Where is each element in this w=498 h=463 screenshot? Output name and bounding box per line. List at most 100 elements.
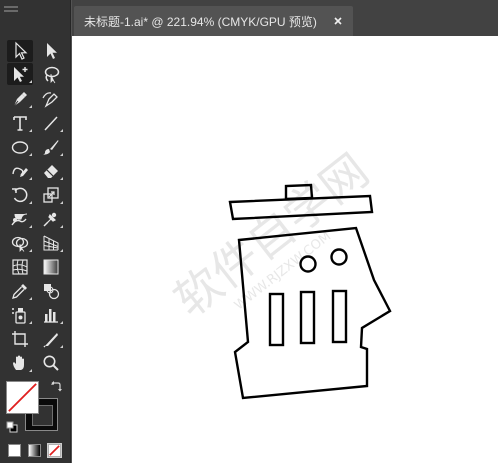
shaper-tool-icon xyxy=(12,167,28,177)
ellipse-tool[interactable] xyxy=(7,136,33,158)
document-tab[interactable]: 未标题-1.ai* @ 221.94% (CMYK/GPU 预览) xyxy=(74,6,353,36)
zoom-tool-icon xyxy=(43,355,59,371)
blend-tool[interactable] xyxy=(38,280,64,302)
document-tab-title: 未标题-1.ai* @ 221.94% (CMYK/GPU 预览) xyxy=(84,14,317,29)
document-tab-bar: 未标题-1.ai* @ 221.94% (CMYK/GPU 预览) xyxy=(72,0,498,36)
eyedropper-tool[interactable] xyxy=(7,280,33,302)
tool-group-indicator xyxy=(60,129,63,132)
tool-group-indicator xyxy=(29,177,32,180)
tool-group-indicator xyxy=(29,297,32,300)
gradient-mode-button[interactable] xyxy=(28,444,41,457)
lid-hole-right xyxy=(330,248,348,266)
paintbrush-tool-icon xyxy=(43,140,59,155)
shaper-tool[interactable] xyxy=(7,160,33,182)
direct-selection-tool[interactable] xyxy=(38,40,64,62)
lid-handle xyxy=(284,183,314,201)
rotate-tool[interactable] xyxy=(7,184,33,206)
warp-tool-icon xyxy=(11,213,28,226)
mesh-tool-icon xyxy=(12,259,28,275)
tool-group-indicator xyxy=(29,201,32,204)
scale-tool[interactable] xyxy=(38,184,64,206)
tool-group-indicator xyxy=(29,129,32,132)
line-segment-tool-icon xyxy=(44,116,58,131)
tool-group-indicator xyxy=(29,105,32,108)
perspective-grid-tool-icon xyxy=(43,235,59,251)
paintbrush-tool[interactable] xyxy=(38,136,64,158)
tool-group-indicator xyxy=(29,321,32,324)
color-mode-button[interactable] xyxy=(8,444,21,457)
ellipse-tool-icon xyxy=(11,141,29,154)
lid-hole-left xyxy=(299,255,317,273)
lasso-tool[interactable] xyxy=(38,63,64,85)
rotate-tool-icon xyxy=(12,187,28,203)
perspective-grid-tool[interactable] xyxy=(38,232,64,254)
tool-group-indicator xyxy=(29,369,32,372)
tool-group-indicator xyxy=(60,345,63,348)
type-tool[interactable] xyxy=(7,112,33,134)
selection-tool-icon xyxy=(15,41,28,60)
direct-selection-tool-icon xyxy=(47,43,57,59)
swap-fill-stroke-icon[interactable] xyxy=(50,381,62,393)
artboard-tool[interactable] xyxy=(7,328,33,350)
shape-builder-tool[interactable] xyxy=(7,232,33,254)
symbol-sprayer-tool-icon xyxy=(12,308,26,324)
magic-wand-tool-icon xyxy=(14,67,28,82)
tool-group-indicator xyxy=(60,321,63,324)
panel-grip[interactable] xyxy=(4,6,20,14)
gradient-tool-icon xyxy=(43,259,59,275)
slot-2 xyxy=(299,290,316,345)
slice-tool[interactable] xyxy=(38,328,64,350)
selection-tool[interactable] xyxy=(7,40,33,62)
close-tab-button[interactable] xyxy=(333,16,343,26)
tool-group-indicator xyxy=(60,225,63,228)
artboard-tool-icon xyxy=(12,331,28,347)
close-icon xyxy=(334,17,342,25)
trash-body xyxy=(233,226,392,400)
gradient-tool[interactable] xyxy=(38,256,64,278)
line-segment-tool[interactable] xyxy=(38,112,64,134)
magic-wand-tool[interactable] xyxy=(7,63,33,85)
pen-tool[interactable] xyxy=(7,88,33,110)
blend-tool-icon xyxy=(44,284,60,300)
tool-group-indicator xyxy=(29,249,32,252)
mesh-tool[interactable] xyxy=(7,256,33,278)
column-graph-tool[interactable] xyxy=(38,304,64,326)
puppet-warp-tool-icon xyxy=(43,212,57,227)
tool-group-indicator xyxy=(29,225,32,228)
none-mode-button[interactable] xyxy=(47,443,62,458)
pen-tool-icon xyxy=(13,92,27,107)
tool-group-indicator xyxy=(60,153,63,156)
type-tool-icon xyxy=(13,116,27,131)
curvature-tool[interactable] xyxy=(38,88,64,110)
hand-tool-icon xyxy=(13,355,24,370)
slot-3 xyxy=(331,289,348,344)
eyedropper-tool-icon xyxy=(12,284,27,299)
fill-color-swatch[interactable] xyxy=(6,381,39,414)
trash-lid xyxy=(228,194,374,221)
tool-group-indicator xyxy=(60,201,63,204)
hand-tool[interactable] xyxy=(7,352,33,374)
artboard-canvas[interactable]: 软件自学网 WWW.RJZXW.COM xyxy=(72,36,498,463)
column-graph-tool-icon xyxy=(44,309,58,323)
none-slash-icon xyxy=(8,383,37,412)
trash-can-artwork[interactable] xyxy=(72,36,498,463)
tools-panel xyxy=(0,0,71,463)
warp-tool[interactable] xyxy=(7,208,33,230)
tool-group-indicator xyxy=(60,249,63,252)
zoom-tool[interactable] xyxy=(38,352,64,374)
slice-tool-icon xyxy=(43,333,58,348)
default-fill-stroke-icon[interactable] xyxy=(6,421,18,433)
lasso-tool-icon xyxy=(44,66,60,84)
shape-builder-tool-icon xyxy=(11,236,29,252)
tool-group-indicator xyxy=(60,177,63,180)
tool-group-indicator xyxy=(29,153,32,156)
slot-1 xyxy=(268,292,285,347)
tool-group-indicator xyxy=(29,80,32,83)
none-slash-icon xyxy=(49,445,60,456)
scale-tool-icon xyxy=(43,187,59,203)
eraser-tool[interactable] xyxy=(38,160,64,182)
symbol-sprayer-tool[interactable] xyxy=(7,304,33,326)
eraser-tool-icon xyxy=(44,165,58,178)
puppet-warp-tool[interactable] xyxy=(38,208,64,230)
curvature-tool-icon xyxy=(42,92,58,108)
